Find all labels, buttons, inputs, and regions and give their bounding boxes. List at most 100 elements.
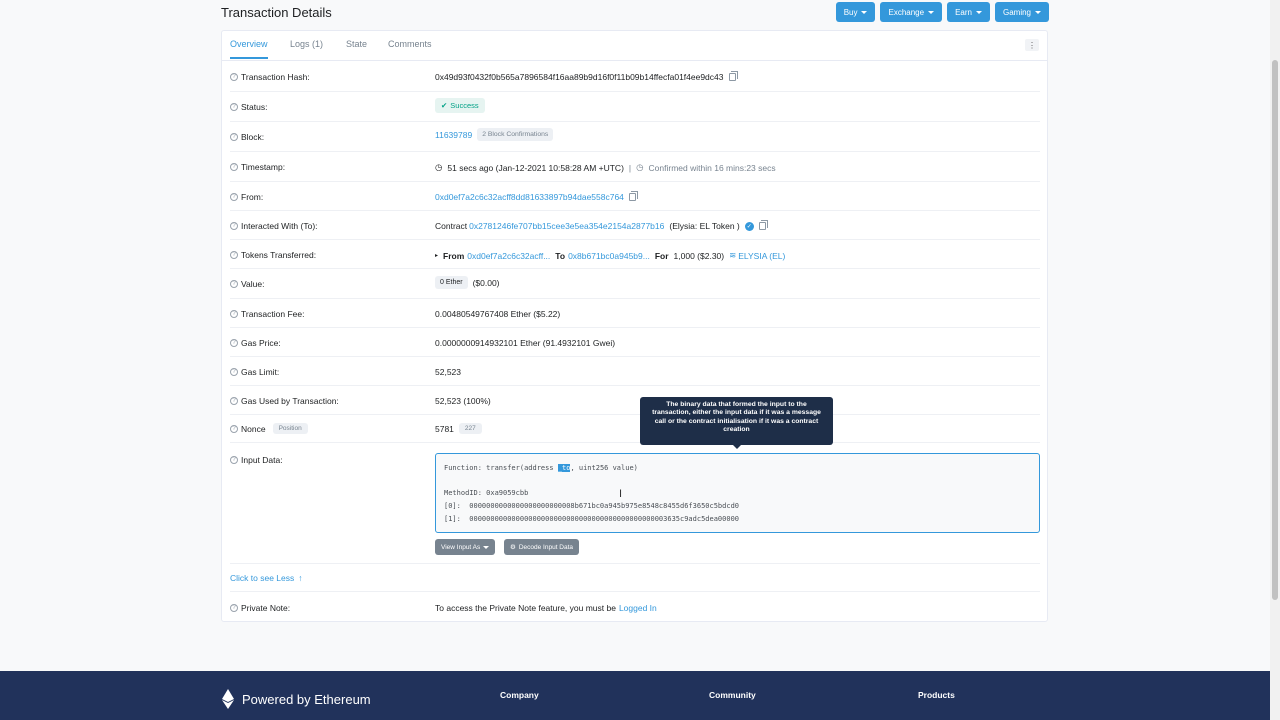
value-timestamp: ◷ 51 secs ago (Jan-12-2021 10:58:28 AM +U… [435, 162, 776, 173]
value-nonce: 5781 227 [435, 423, 482, 434]
block-link[interactable]: 11639789 [435, 130, 472, 140]
divider [230, 563, 1040, 564]
footer-products-heading: Products [918, 690, 955, 700]
timer-icon: ◷ [636, 162, 644, 172]
tx-hash: 0x49d93f0432f0b565a7896584f16aa89b9d16f0… [435, 72, 724, 82]
help-icon: ? [230, 456, 238, 464]
row-hash: ? Transaction Hash: 0x49d93f0432f0b565a78… [230, 62, 1040, 92]
from-address-link[interactable]: 0xd0ef7a2c6c32acff8dd81633897b94dae558c7… [435, 192, 624, 202]
row-gasprice: ? Gas Price: 0.0000000914932101 Ether (91… [230, 328, 1040, 357]
help-icon: ? [230, 604, 238, 612]
arg1-line: [1]: 00000000000000000000000000000000000… [444, 514, 740, 523]
footer-community-heading: Community [709, 690, 756, 700]
label-hash: ? Transaction Hash: [230, 72, 310, 82]
copy-icon[interactable] [628, 191, 638, 201]
gaming-button[interactable]: Gaming [994, 2, 1049, 22]
exchange-button[interactable]: Exchange [880, 2, 943, 22]
scrollbar-thumb[interactable] [1272, 60, 1278, 600]
earn-button[interactable]: Earn [947, 2, 990, 22]
value-from: 0xd0ef7a2c6c32acff8dd81633897b94dae558c7… [435, 191, 638, 202]
gasused-text: 52,523 (100%) [435, 396, 491, 406]
label-gasused: ? Gas Used by Transaction: [230, 396, 339, 406]
label-block: ? Block: [230, 132, 264, 142]
label-gasprice: ? Gas Price: [230, 338, 281, 348]
contract-name: (Elysia: EL Token ) [669, 221, 740, 231]
function-suffix: , uint256 value) [570, 464, 638, 472]
row-tokens: ? Tokens Transferred: ▸ From 0xd0ef7a2c6c32… [230, 240, 1040, 269]
note-text: To access the Private Note feature, you … [435, 603, 616, 613]
help-icon: ? [230, 103, 238, 111]
footer: Powered by Ethereum Company Community Pr… [0, 671, 1270, 720]
position-label-badge: Position [272, 423, 308, 434]
powered-by-text: Powered by Ethereum [242, 692, 371, 707]
value-gasused: 52,523 (100%) [435, 396, 491, 406]
label-text: Transaction Fee: [241, 309, 305, 319]
buy-button-label: Buy [843, 7, 858, 17]
chevron-down-icon [1035, 10, 1041, 14]
fee-text: 0.00480549767408 Ether ($5.22) [435, 309, 561, 319]
label-to: ? Interacted With (To): [230, 221, 318, 231]
tab-bar: Overview Logs (1) State Comments ⋮ [222, 31, 1047, 61]
scrollbar[interactable] [1270, 0, 1280, 720]
selected-text: _to [557, 464, 571, 472]
label-timestamp: ? Timestamp: [230, 162, 285, 172]
row-fee: ? Transaction Fee: 0.00480549767408 Ether… [230, 299, 1040, 328]
decode-input-button[interactable]: ⚙ Decode Input Data [504, 539, 580, 555]
tab-comments[interactable]: Comments [388, 39, 432, 49]
see-less-link[interactable]: Click to see Less ↑ [230, 573, 303, 583]
view-input-as-button[interactable]: View Input As [435, 539, 496, 555]
clock-icon: ◷ [435, 162, 443, 172]
token-to-link[interactable]: 0x8b671bc0a945b9... [568, 251, 650, 261]
method-id-line: MethodID: 0xa9059cbb [444, 489, 529, 498]
input-data-textarea[interactable]: Function: transfer(address _to, uint256 … [435, 453, 1040, 533]
login-link[interactable]: Logged In [619, 603, 657, 613]
see-less-text: Click to see Less [230, 573, 295, 583]
label-text: Block: [241, 132, 265, 142]
help-icon: ? [230, 310, 238, 318]
gaming-button-label: Gaming [1002, 7, 1031, 17]
from-label: From [443, 250, 465, 261]
label-fee: ? Transaction Fee: [230, 309, 304, 319]
row-to: ? Interacted With (To): Contract 0x2781246… [230, 211, 1040, 240]
help-icon: ? [230, 222, 238, 230]
verified-icon: ✓ [744, 221, 754, 231]
separator: | [628, 162, 632, 173]
help-icon: ? [230, 133, 238, 141]
value-block: 11639789 2 Block Confirmations [435, 128, 554, 141]
tab-state[interactable]: State [346, 39, 367, 49]
copy-icon[interactable] [728, 71, 738, 81]
earn-button-label: Earn [955, 7, 972, 17]
text-cursor-icon: I [619, 488, 623, 500]
more-options-icon[interactable]: ⋮ [1025, 39, 1039, 51]
help-icon: ? [230, 424, 238, 433]
help-icon: ? [230, 368, 238, 376]
token-from-link[interactable]: 0xd0ef7a2c6c32acff... [467, 251, 550, 261]
contract-address-link[interactable]: 0x2781246fe707bb15cee3e5ea354e2154a2877b… [469, 221, 664, 231]
help-icon: ? [230, 339, 238, 347]
to-label: To [555, 250, 566, 261]
tab-logs[interactable]: Logs (1) [290, 39, 323, 49]
row-value: ? Value: 0 Ether ($0.00) [230, 269, 1040, 299]
position-badge: 227 [458, 423, 482, 434]
row-timestamp: ? Timestamp: ◷ 51 secs ago (Jan-12-2021 10… [230, 152, 1040, 182]
top-buttons: Buy Exchange Earn Gaming [835, 2, 1049, 22]
label-text: Gas Price: [241, 338, 281, 348]
help-icon: ? [230, 73, 238, 81]
help-icon: ? [230, 397, 238, 405]
label-status: ? Status: [230, 102, 267, 112]
value-note: To access the Private Note feature, you … [435, 603, 657, 613]
ether-amount-badge: 0 Ether [435, 276, 468, 289]
copy-icon[interactable] [758, 220, 768, 230]
value-gaslimit: 52,523 [435, 367, 461, 377]
input-function-line: Function: transfer(address _to, uint256 … [444, 462, 1031, 475]
token-link[interactable]: ELYSIA (EL) [738, 251, 785, 261]
gaslimit-text: 52,523 [435, 367, 461, 377]
buy-button[interactable]: Buy [835, 2, 876, 22]
label-nonce: ? Nonce Position [230, 423, 308, 434]
tab-overview[interactable]: Overview [230, 39, 268, 59]
row-from: ? From: 0xd0ef7a2c6c32acff8dd81633897b94d… [230, 182, 1040, 211]
value-tokens: ▸ From 0xd0ef7a2c6c32acff... To 0x8b671bc0a9… [435, 250, 785, 261]
transaction-card: Overview Logs (1) State Comments ⋮ ? Tran… [221, 30, 1048, 622]
label-text: Tokens Transferred: [241, 250, 317, 260]
